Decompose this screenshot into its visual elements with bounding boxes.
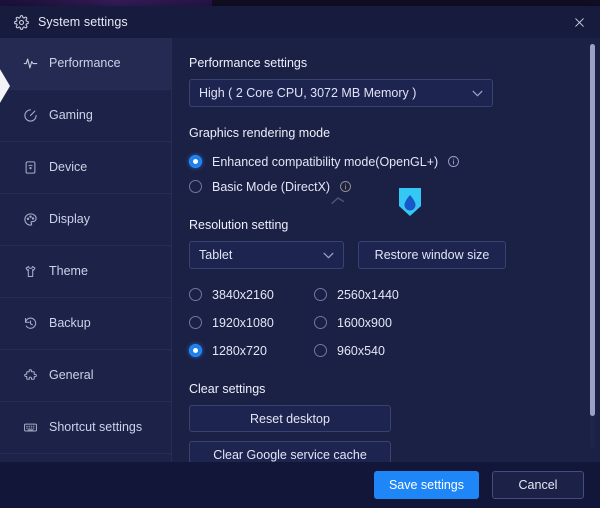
- keyboard-icon: [22, 420, 38, 436]
- performance-section: Performance settings High ( 2 Core CPU, …: [189, 56, 576, 107]
- cursor-artifact-icon: [330, 193, 346, 205]
- clear-google-service-cache-button[interactable]: Clear Google service cache: [189, 441, 391, 462]
- radio-enhanced[interactable]: [189, 155, 202, 168]
- sidebar-item-backup[interactable]: Backup: [0, 298, 171, 350]
- resolution-section: Resolution setting Tablet Restore window…: [189, 218, 576, 363]
- history-icon: [22, 316, 38, 332]
- performance-select[interactable]: High ( 2 Core CPU, 3072 MB Memory ): [189, 79, 493, 107]
- restore-window-size-button[interactable]: Restore window size: [358, 241, 506, 269]
- radio-1280x720[interactable]: [189, 344, 202, 357]
- resolution-option-label: 2560x1440: [337, 287, 399, 302]
- chevron-down-icon: [472, 90, 483, 97]
- cancel-button[interactable]: Cancel: [492, 471, 584, 499]
- sidebar-item-gaming[interactable]: Gaming: [0, 90, 171, 142]
- sidebar-item-label: General: [49, 368, 94, 383]
- resolution-options-grid: 3840x2160 2560x1440 1920x1080 1600x900 1…: [189, 282, 576, 363]
- resolution-option-1920x1080[interactable]: 1920x1080: [189, 310, 314, 335]
- resolution-option-label: 1920x1080: [212, 315, 274, 330]
- sidebar-item-performance[interactable]: Performance: [0, 38, 171, 90]
- graphics-option-label: Enhanced compatibility mode(OpenGL+): [212, 154, 439, 169]
- close-button[interactable]: [566, 10, 592, 34]
- info-icon[interactable]: [447, 155, 460, 168]
- graphics-option-label: Basic Mode (DirectX): [212, 179, 331, 194]
- graphics-section: Graphics rendering mode Enhanced compati…: [189, 126, 576, 199]
- resolution-preset-select[interactable]: Tablet: [189, 241, 344, 269]
- sidebar-item-label: Backup: [49, 316, 91, 331]
- content-scrollbar[interactable]: [590, 44, 595, 448]
- edge-arrow-artifact: [0, 64, 10, 108]
- resolution-option-2560x1440[interactable]: 2560x1440: [314, 282, 439, 307]
- gear-icon: [14, 14, 29, 30]
- reset-desktop-button[interactable]: Reset desktop: [189, 405, 391, 432]
- radio-2560x1440[interactable]: [314, 288, 327, 301]
- settings-content: Performance settings High ( 2 Core CPU, …: [172, 38, 600, 462]
- resolution-section-label: Resolution setting: [189, 218, 289, 232]
- graphics-section-label: Graphics rendering mode: [189, 126, 331, 140]
- radio-3840x2160[interactable]: [189, 288, 202, 301]
- sidebar-item-device[interactable]: Device: [0, 142, 171, 194]
- radio-960x540[interactable]: [314, 344, 327, 357]
- title-bar: System settings: [0, 6, 600, 38]
- graphics-option-basic[interactable]: Basic Mode (DirectX): [189, 174, 576, 199]
- resolution-option-label: 3840x2160: [212, 287, 274, 302]
- radio-1600x900[interactable]: [314, 316, 327, 329]
- resolution-option-label: 1600x900: [337, 315, 392, 330]
- puzzle-icon: [22, 368, 38, 384]
- resolution-option-label: 960x540: [337, 343, 385, 358]
- app-badge-icon: [399, 188, 421, 216]
- resolution-option-3840x2160[interactable]: 3840x2160: [189, 282, 314, 307]
- scrollbar-thumb[interactable]: [590, 44, 595, 416]
- dialog-footer: Save settings Cancel: [0, 462, 600, 508]
- device-icon: [22, 160, 38, 176]
- performance-section-label: Performance settings: [189, 56, 308, 70]
- settings-sidebar: Performance Gaming Device Display Theme …: [0, 38, 172, 462]
- resolution-preset-value: Tablet: [199, 248, 233, 262]
- resolution-option-1600x900[interactable]: 1600x900: [314, 310, 439, 335]
- radio-basic[interactable]: [189, 180, 202, 193]
- resolution-option-1280x720[interactable]: 1280x720: [189, 338, 314, 363]
- sidebar-item-theme[interactable]: Theme: [0, 246, 171, 298]
- sidebar-item-label: Display: [49, 212, 90, 227]
- sidebar-item-label: Performance: [49, 56, 121, 71]
- info-icon[interactable]: [339, 180, 352, 193]
- sidebar-item-general[interactable]: General: [0, 350, 171, 402]
- pulse-icon: [22, 56, 38, 72]
- performance-select-value: High ( 2 Core CPU, 3072 MB Memory ): [199, 86, 417, 100]
- clear-section-label: Clear settings: [189, 382, 266, 396]
- radio-1920x1080[interactable]: [189, 316, 202, 329]
- sidebar-item-label: Gaming: [49, 108, 93, 123]
- dialog-body: Performance Gaming Device Display Theme …: [0, 38, 600, 462]
- sidebar-item-label: Theme: [49, 264, 88, 279]
- resolution-option-960x540[interactable]: 960x540: [314, 338, 439, 363]
- resolution-option-label: 1280x720: [212, 343, 267, 358]
- sidebar-item-label: Device: [49, 160, 88, 175]
- window-title: System settings: [38, 15, 128, 29]
- palette-icon: [22, 212, 38, 228]
- save-settings-button[interactable]: Save settings: [374, 471, 479, 499]
- system-settings-dialog: System settings Performance Gaming Devic…: [0, 6, 600, 462]
- sidebar-item-label: Shortcut settings: [49, 420, 143, 435]
- clear-section: Clear settings Reset desktop Clear Googl…: [189, 382, 576, 462]
- sidebar-item-shortcut-settings[interactable]: Shortcut settings: [0, 402, 171, 454]
- gamepad-icon: [22, 108, 38, 124]
- sidebar-item-display[interactable]: Display: [0, 194, 171, 246]
- shirt-icon: [22, 264, 38, 280]
- graphics-option-enhanced[interactable]: Enhanced compatibility mode(OpenGL+): [189, 149, 576, 174]
- chevron-down-icon: [323, 252, 334, 259]
